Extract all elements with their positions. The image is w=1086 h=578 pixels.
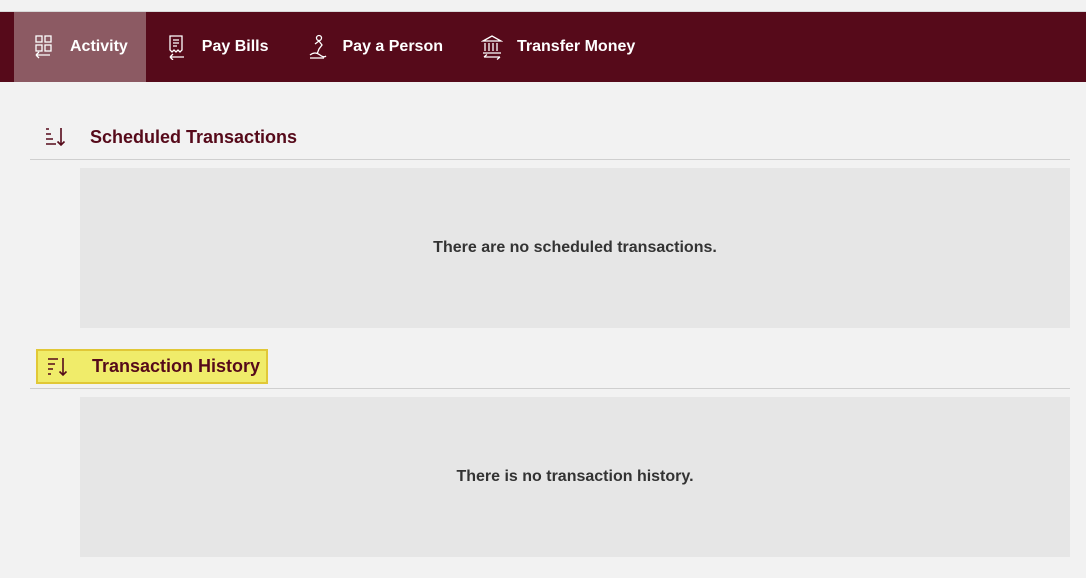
history-section-header: Transaction History xyxy=(30,348,1070,389)
tab-pay-bills[interactable]: Pay Bills xyxy=(146,12,287,82)
main-nav: Activity Pay Bills Pay a Person Transfer… xyxy=(0,12,1086,82)
tab-transfer-money[interactable]: Transfer Money xyxy=(461,12,653,82)
bill-icon xyxy=(166,34,188,60)
tab-pay-a-person[interactable]: Pay a Person xyxy=(287,12,462,82)
history-empty-message: There is no transaction history. xyxy=(456,468,694,485)
tab-pay-bills-label: Pay Bills xyxy=(201,38,269,55)
scheduled-section-header: Scheduled Transactions xyxy=(30,124,1070,160)
person-pay-icon xyxy=(307,34,329,60)
tab-activity[interactable]: Activity xyxy=(14,12,146,82)
sort-descending-icon xyxy=(46,356,68,378)
sort-ascending-icon xyxy=(44,126,66,148)
bank-icon xyxy=(481,34,503,60)
top-border xyxy=(0,0,1086,12)
scheduled-empty-message: There are no scheduled transactions. xyxy=(433,239,717,256)
tab-transfer-money-label: Transfer Money xyxy=(517,38,636,55)
history-empty-panel: There is no transaction history. xyxy=(80,397,1070,557)
tab-pay-a-person-label: Pay a Person xyxy=(342,38,444,55)
scheduled-title-button[interactable]: Scheduled Transactions xyxy=(36,124,303,150)
scheduled-empty-panel: There are no scheduled transactions. xyxy=(80,168,1070,328)
tab-activity-label: Activity xyxy=(70,38,128,55)
activity-icon xyxy=(34,34,56,60)
scheduled-title: Scheduled Transactions xyxy=(90,126,298,147)
history-title: Transaction History xyxy=(92,356,261,376)
history-title-button[interactable]: Transaction History xyxy=(36,349,269,384)
